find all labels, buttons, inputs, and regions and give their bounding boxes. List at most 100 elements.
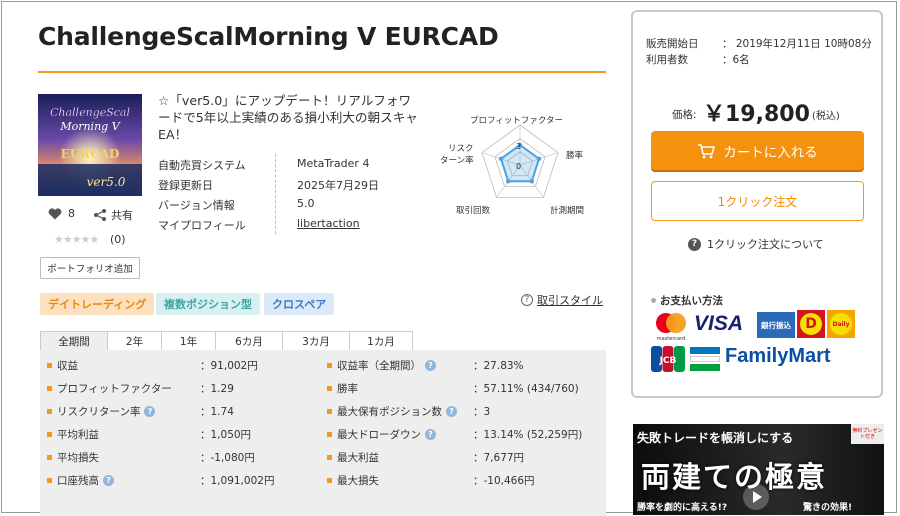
radar-tick-3: 3 — [516, 142, 521, 151]
help-icon: ? — [521, 294, 533, 306]
tab-6m[interactable]: 6カ月 — [215, 331, 283, 351]
banner-sub1: 勝率を劇的に高える!? — [637, 503, 728, 513]
tag-cross-pair[interactable]: クロスペア — [264, 293, 335, 315]
tag-day-trading[interactable]: デイトレーディング — [40, 293, 155, 315]
promo-banner[interactable]: 失敗トレードを帳消しにする 両建ての極意 無料プレゼント付き 勝率を劇的に高える… — [633, 424, 884, 515]
stat-value: ：57.11% (434/760) — [473, 383, 579, 395]
sale-start-label: 販売開始日 — [646, 38, 699, 50]
share-label: 共有 — [111, 209, 133, 222]
stat-label: 収益 — [47, 358, 78, 373]
help-icon[interactable]: ? — [425, 429, 436, 440]
stat-label-text: 最大損失 — [337, 475, 379, 487]
bullet-icon — [47, 363, 52, 368]
stat-label: 平均損失 — [47, 450, 99, 465]
heart-icon — [48, 207, 62, 219]
stat-label: 最大保有ポジション数? — [327, 404, 457, 419]
tab-3m[interactable]: 3カ月 — [282, 331, 350, 351]
one-click-help-link[interactable]: ? 1クリック注文について — [688, 236, 824, 252]
stat-value: ：1,050円 — [200, 429, 252, 441]
stat-value: ：1.29 — [200, 383, 234, 395]
daily-logo-1: D — [797, 310, 825, 338]
spec-value-platform: MetaTrader 4 — [297, 157, 370, 170]
stat-value: ：3 — [473, 406, 491, 418]
radar-label-trades: 取引回数 — [456, 206, 491, 216]
stat-label-text: 最大利益 — [337, 452, 379, 464]
stat-label: プロフィットファクター — [47, 381, 172, 396]
stat-label: 最大ドローダウン? — [327, 427, 436, 442]
stat-label: 最大損失 — [327, 473, 379, 488]
stat-value: ：7,677円 — [473, 452, 525, 464]
daily-text: Daily — [830, 313, 852, 335]
radar-label-win-rate: 勝率 — [566, 151, 584, 161]
mastercard-text: mastercard — [657, 336, 685, 341]
add-to-cart-button[interactable]: カートに入れる — [651, 131, 864, 170]
thumb-text-3: EURCAD — [61, 147, 120, 161]
stat-label: 最大利益 — [327, 450, 379, 465]
product-thumbnail[interactable]: ChallengeScal Morning V EURCAD ver5.0 — [38, 94, 142, 196]
title-divider — [38, 71, 606, 73]
thumb-text-1: ChallengeScal — [50, 106, 130, 119]
help-icon[interactable]: ? — [144, 406, 156, 417]
spec-label-version: バージョン情報 — [158, 199, 235, 212]
stat-label-text: プロフィットファクター — [57, 383, 172, 395]
bullet-icon — [47, 478, 52, 483]
familymart-logo: FamilyMart — [725, 345, 831, 367]
price-label: 価格: — [672, 109, 697, 121]
bullet-icon — [327, 409, 332, 414]
bullet-icon — [47, 386, 52, 391]
share-button[interactable]: 共有 — [93, 207, 133, 223]
banner-title: 両建ての極意 — [641, 460, 828, 494]
stats-panel: 収益 ：91,002円 プロフィットファクター ：1.29 リスクリターン率? ：1.74… — [40, 350, 606, 516]
thumb-text-2: Morning V — [59, 120, 120, 133]
radar-point-win_rate — [536, 156, 542, 162]
users-value: ：6名 — [722, 54, 750, 66]
familymart-icon — [690, 347, 720, 371]
help-icon[interactable]: ? — [103, 475, 114, 486]
review-count[interactable]: (0) — [110, 233, 126, 246]
stat-label-text: 収益 — [57, 360, 78, 372]
mastercard-logo: mastercard — [651, 311, 691, 342]
bullet-icon — [651, 298, 656, 303]
share-icon — [94, 209, 106, 221]
like-button[interactable]: 8 — [48, 207, 75, 220]
help-icon[interactable]: ? — [425, 360, 436, 371]
stat-label-text: 収益率（全期間） — [337, 360, 421, 372]
banner-badge: 無料プレゼント付き — [851, 424, 884, 444]
add-portfolio-button[interactable]: ポートフォリオ追加 — [40, 257, 140, 279]
payment-title-label: お支払い方法 — [660, 295, 723, 307]
tab-1y[interactable]: 1年 — [161, 331, 216, 351]
stat-label-text: 勝率 — [337, 383, 358, 395]
radar-tick-0: 0 — [516, 162, 521, 171]
payment-methods-title: お支払い方法 — [651, 293, 723, 308]
spec-value-updated: 2025年7月29日 — [297, 179, 379, 192]
rating-stars: ★★★★★ — [54, 233, 99, 246]
tab-1m[interactable]: 1カ月 — [349, 331, 413, 351]
jcb-text: JCB — [659, 356, 677, 366]
play-icon[interactable] — [743, 484, 769, 510]
spec-label-platform: 自動売買システム — [158, 159, 246, 172]
stat-label: リスクリターン率? — [47, 404, 156, 419]
one-click-order-button[interactable]: 1クリック注文 — [651, 181, 864, 221]
tax-note: (税込) — [812, 111, 840, 122]
spec-divider — [275, 154, 276, 234]
bullet-icon — [47, 432, 52, 437]
spec-label-updated: 登録更新日 — [158, 179, 213, 192]
stat-label-text: 口座残高 — [57, 475, 99, 487]
trade-style-link[interactable]: ? 取引スタイル — [521, 292, 603, 308]
period-tabs: 全期間 2年 1年 6カ月 3カ月 1カ月 — [40, 331, 413, 351]
tab-all[interactable]: 全期間 — [40, 331, 108, 351]
stat-value: ：13.14% (52,259円) — [473, 429, 583, 441]
price: ￥19,800 — [703, 102, 810, 127]
stat-label-text: 平均損失 — [57, 452, 99, 464]
help-icon[interactable]: ? — [446, 406, 457, 417]
tag-multi-position[interactable]: 複数ポジション型 — [156, 293, 260, 315]
radar-label-period: 計測期間 — [550, 206, 585, 216]
like-count: 8 — [68, 207, 75, 220]
tab-2y[interactable]: 2年 — [107, 331, 162, 351]
radar-point-risk_return — [498, 156, 504, 162]
stat-label: 勝率 — [327, 381, 358, 396]
profile-link[interactable]: libertaction — [297, 217, 360, 230]
bullet-icon — [327, 478, 332, 483]
stat-label-text: リスクリターン率 — [57, 406, 141, 418]
product-title: ChallengeScalMorning V EURCAD — [38, 22, 499, 51]
